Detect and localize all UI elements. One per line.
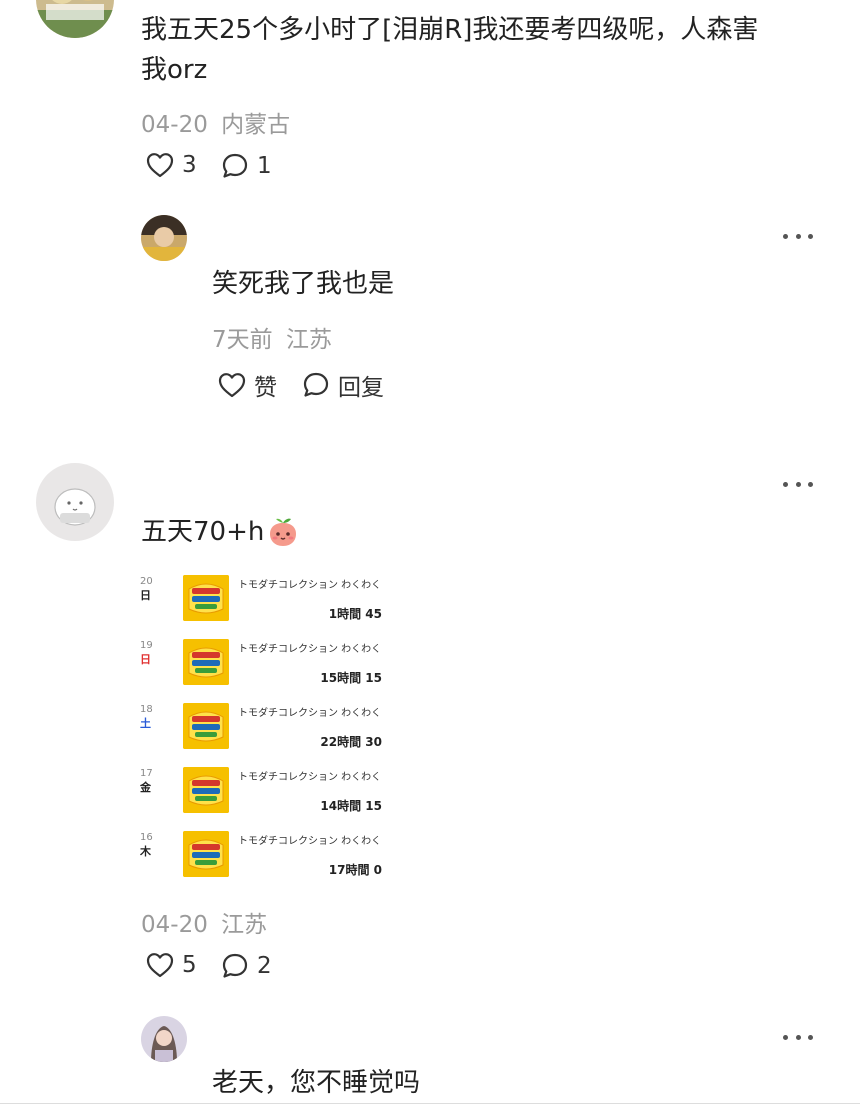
like-count: 3 bbox=[182, 152, 197, 178]
like-button[interactable]: 5 bbox=[146, 952, 197, 978]
screenshot-playtime: 17時間 0 bbox=[328, 863, 382, 877]
comment-meta: 04-20 内蒙古 bbox=[141, 105, 290, 139]
screenshot-date: 20 日 bbox=[140, 575, 153, 603]
game-icon bbox=[183, 767, 229, 813]
reply-label: 回复 bbox=[338, 375, 384, 401]
game-icon-art bbox=[183, 703, 229, 749]
screenshot-date: 18 土 bbox=[140, 703, 153, 731]
screenshot-date-number: 16 bbox=[140, 832, 153, 843]
screenshot-playtime: 1時間 45 bbox=[328, 607, 382, 621]
reply-text: 老天，您不睡觉吗 bbox=[212, 1068, 421, 1098]
comment-text: 五天70+h bbox=[141, 512, 300, 552]
reply-button[interactable]: 回复 bbox=[302, 368, 384, 402]
avatar[interactable] bbox=[141, 215, 187, 261]
screenshot-date-number: 17 bbox=[140, 768, 153, 779]
reply-button[interactable]: 1 bbox=[221, 152, 272, 180]
dot bbox=[795, 233, 801, 239]
game-icon-art bbox=[183, 831, 229, 877]
dot bbox=[808, 233, 813, 239]
dot bbox=[808, 1034, 813, 1040]
attached-screenshot[interactable]: 20 日トモダチコレクション わくわく 1時間 45 19 日トモダチコレクション わく… bbox=[140, 568, 382, 880]
screenshot-date-number: 20 bbox=[140, 576, 153, 587]
game-icon-art bbox=[183, 639, 229, 685]
game-icon-art bbox=[183, 767, 229, 813]
comment-meta: 04-20 江苏 bbox=[141, 905, 267, 939]
reply-text: 笑死我了我也是 bbox=[212, 269, 395, 299]
more-options-button[interactable] bbox=[783, 1030, 813, 1044]
screenshot-playtime: 15時間 15 bbox=[320, 671, 382, 685]
reply-meta: 7天前 江苏 bbox=[212, 320, 332, 354]
screenshot-row: 17 金 トモダチコレクション わくわく 14時間 15 bbox=[140, 767, 382, 817]
screenshot-playtime: 22時間 30 bbox=[320, 735, 382, 749]
comment-location: 内蒙古 bbox=[221, 112, 291, 138]
heart-outline-icon bbox=[146, 153, 174, 178]
screenshot-game-title: トモダチコレクション わくわく bbox=[238, 580, 382, 591]
more-options-button[interactable] bbox=[783, 229, 813, 243]
game-icon bbox=[183, 575, 229, 621]
avatar[interactable] bbox=[36, 0, 114, 38]
avatar-image bbox=[141, 215, 187, 261]
dot bbox=[795, 481, 801, 487]
game-icon bbox=[183, 831, 229, 877]
reply-location: 江苏 bbox=[285, 327, 332, 353]
screenshot-game-title: トモダチコレクション わくわく bbox=[238, 708, 382, 719]
dot bbox=[808, 481, 813, 487]
screenshot-date-number: 18 bbox=[140, 704, 153, 715]
game-icon-art bbox=[183, 575, 229, 621]
comment-text-line: 我五天25个多小时了[泪崩R]我还要考四级呢，人森害 bbox=[141, 15, 759, 45]
screenshot-game-title: トモダチコレクション わくわく bbox=[238, 772, 382, 783]
comment-text-line: 我orz bbox=[141, 55, 208, 85]
screenshot-date: 17 金 bbox=[140, 767, 153, 795]
avatar-image bbox=[36, 0, 114, 38]
comment-text-value: 五天70+h bbox=[141, 517, 265, 547]
avatar-image bbox=[36, 463, 114, 541]
screenshot-row: 19 日 トモダチコレクション わくわく 15時間 15 bbox=[140, 639, 382, 689]
like-label: 赞 bbox=[254, 375, 277, 401]
reply-button[interactable]: 2 bbox=[221, 952, 272, 980]
avatar[interactable] bbox=[141, 1016, 187, 1062]
heart-outline-icon bbox=[146, 953, 174, 978]
like-button[interactable]: 赞 bbox=[218, 368, 277, 402]
reply-count: 2 bbox=[257, 953, 272, 979]
dot bbox=[783, 233, 788, 239]
screenshot-playtime: 14時間 15 bbox=[320, 799, 382, 813]
peach-emoji-icon bbox=[270, 518, 297, 546]
screenshot-day: 木 bbox=[140, 845, 151, 858]
dot bbox=[783, 1034, 788, 1040]
comment-date: 04-20 bbox=[141, 112, 208, 138]
dot bbox=[795, 1034, 801, 1040]
screenshot-day: 土 bbox=[140, 717, 151, 730]
reply-date: 7天前 bbox=[212, 327, 273, 353]
screenshot-game-title: トモダチコレクション わくわく bbox=[238, 644, 382, 655]
screenshot-row: 20 日 トモダチコレクション わくわく 1時間 45 bbox=[140, 575, 382, 625]
game-icon bbox=[183, 639, 229, 685]
comment-location: 江苏 bbox=[221, 912, 268, 938]
like-count: 5 bbox=[182, 952, 197, 978]
screenshot-row: 18 土 トモダチコレクション わくわく 22時間 30 bbox=[140, 703, 382, 753]
screenshot-day: 日 bbox=[140, 589, 151, 602]
screenshot-day: 日 bbox=[140, 653, 151, 666]
dot bbox=[783, 481, 788, 487]
chat-bubble-icon bbox=[222, 153, 248, 178]
screenshot-date: 19 日 bbox=[140, 639, 153, 667]
avatar[interactable] bbox=[36, 463, 114, 541]
avatar-image bbox=[141, 1016, 187, 1062]
heart-outline-icon bbox=[218, 373, 246, 398]
reply-count: 1 bbox=[257, 153, 272, 179]
more-options-button[interactable] bbox=[783, 477, 813, 491]
screenshot-date-number: 19 bbox=[140, 640, 153, 651]
game-icon bbox=[183, 703, 229, 749]
chat-bubble-icon bbox=[222, 953, 248, 978]
comment-text: 我五天25个多小时了[泪崩R]我还要考四级呢，人森害 我orz bbox=[141, 10, 821, 90]
screenshot-day: 金 bbox=[140, 781, 151, 794]
screenshot-row: 16 木 トモダチコレクション わくわく 17時間 0 bbox=[140, 831, 382, 880]
screenshot-game-title: トモダチコレクション わくわく bbox=[238, 836, 382, 847]
screenshot-date: 16 木 bbox=[140, 831, 153, 859]
chat-bubble-icon bbox=[303, 372, 329, 397]
like-button[interactable]: 3 bbox=[146, 152, 197, 178]
comment-date: 04-20 bbox=[141, 912, 208, 938]
